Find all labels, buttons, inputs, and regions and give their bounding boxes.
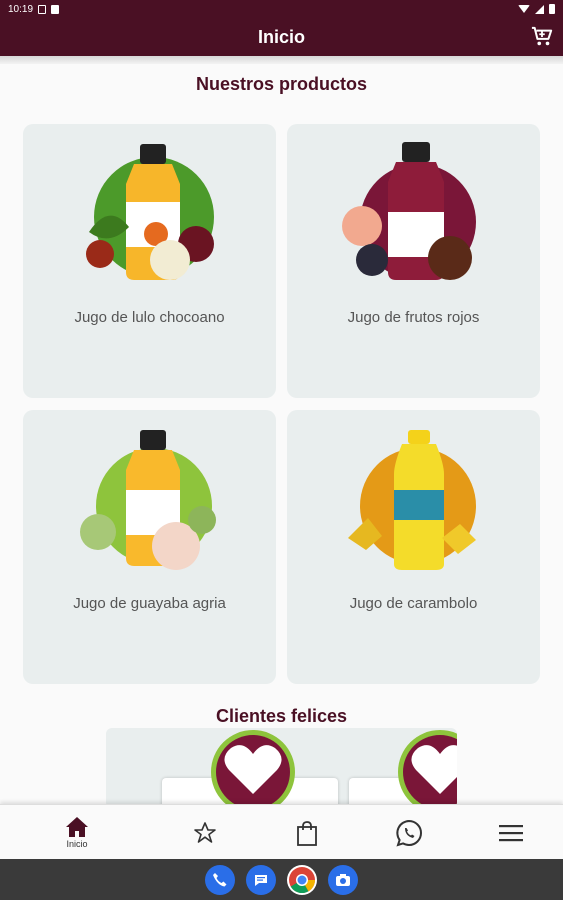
sim-icon xyxy=(38,4,47,14)
wifi-icon xyxy=(518,5,530,13)
battery-icon xyxy=(549,4,555,14)
star-icon xyxy=(194,821,216,843)
product-card[interactable]: Jugo de lulo chocoano xyxy=(23,124,276,398)
product-name: Jugo de guayaba agria xyxy=(73,595,226,612)
product-name: Jugo de frutos rojos xyxy=(347,309,480,326)
heart-avatar-1 xyxy=(211,730,295,804)
app-bar: Inicio xyxy=(0,18,563,56)
clients-title: Clientes felices xyxy=(215,706,348,726)
nav-orders[interactable] xyxy=(251,805,363,860)
camera-icon xyxy=(336,873,350,886)
system-dock xyxy=(0,859,563,900)
starfruit-juice-image xyxy=(348,430,476,570)
phone-app[interactable] xyxy=(205,864,235,895)
status-time: 10:19 xyxy=(8,3,34,15)
status-left: 10:19 xyxy=(8,3,60,15)
nav-whatsapp[interactable] xyxy=(353,805,465,860)
status-bar: 10:19 xyxy=(0,0,563,18)
cart-button[interactable] xyxy=(531,26,553,48)
whatsapp-icon xyxy=(396,819,422,847)
messages-icon xyxy=(255,874,267,886)
product-card[interactable]: Jugo de guayaba agria xyxy=(23,410,276,684)
nav-home[interactable]: Inicio xyxy=(21,805,133,860)
product-card[interactable]: Jugo de frutos rojos xyxy=(287,124,540,398)
main-content[interactable]: Nuestros productos Jugo de lulo chocoano… xyxy=(0,64,563,804)
camera-app[interactable] xyxy=(328,864,358,895)
signal-icon xyxy=(535,4,544,14)
phone-icon xyxy=(213,872,227,886)
heart-avatars xyxy=(211,730,457,804)
product-name: Jugo de lulo chocoano xyxy=(74,309,225,326)
product-name: Jugo de carambolo xyxy=(349,595,478,612)
chrome-icon xyxy=(289,866,316,893)
nav-menu[interactable] xyxy=(455,805,563,860)
red-berries-juice-image xyxy=(342,142,476,280)
app-bar-shadow xyxy=(0,56,563,64)
products-title: Nuestros productos xyxy=(195,74,368,94)
guava-juice-image xyxy=(80,430,216,570)
product-card[interactable]: Jugo de carambolo xyxy=(287,410,540,684)
messages-app[interactable] xyxy=(246,864,276,895)
sd-card-icon xyxy=(51,4,60,14)
cart-icon xyxy=(531,26,553,46)
heart-avatar-2 xyxy=(398,730,457,804)
nav-favorites[interactable] xyxy=(149,805,261,860)
nav-home-label: Inicio xyxy=(66,839,88,849)
clients-carousel[interactable] xyxy=(106,728,457,804)
home-icon xyxy=(66,817,88,837)
bottom-navigation: Inicio xyxy=(0,804,563,859)
status-right xyxy=(518,4,555,14)
chrome-app[interactable] xyxy=(287,864,317,895)
shopping-bag-icon xyxy=(297,820,317,846)
menu-icon xyxy=(499,824,523,841)
lulo-juice-image xyxy=(86,144,214,280)
page-title: Inicio xyxy=(257,26,305,47)
